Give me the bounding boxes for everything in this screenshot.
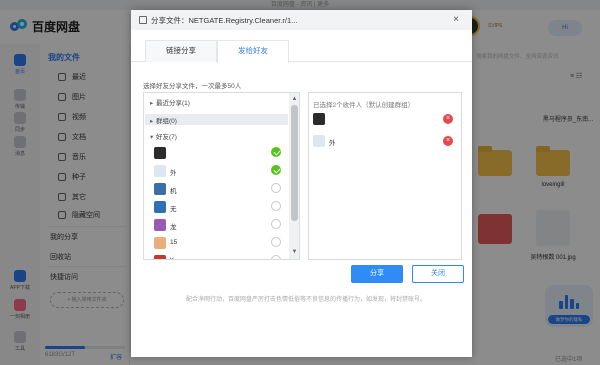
tab-link-share[interactable]: 链接分享 bbox=[145, 40, 217, 62]
tree-label: 群组(0) bbox=[156, 118, 177, 125]
scroll-up-icon[interactable]: ▲ bbox=[291, 96, 298, 102]
friend-row[interactable]: 15 bbox=[154, 237, 284, 252]
scrollbar-thumb[interactable] bbox=[291, 105, 298, 221]
selected-recipients-panel: 已选择2个收件人（默认创建群组） × 外 × bbox=[308, 92, 462, 260]
unchecked-icon[interactable] bbox=[271, 237, 281, 247]
friend-list-panel: ▸最近分享(1) ▸群组(0) ▾好友(7) 外机无龙 15 K ▲ ▼ bbox=[143, 92, 300, 260]
unchecked-icon[interactable] bbox=[271, 183, 281, 193]
policy-note: 配合净网行动，百度网盘严厉打击色情低俗等不良信息的传播行为，如发现，将封禁账号。 bbox=[185, 297, 426, 303]
avatar bbox=[313, 135, 325, 147]
friend-list-scrollbar[interactable]: ▲ ▼ bbox=[289, 93, 299, 259]
tree-recent-shares[interactable]: ▸ 最近分享(1) bbox=[150, 97, 190, 107]
tree-label: 最近分享(1) bbox=[156, 100, 190, 107]
friend-row[interactable]: 无 bbox=[154, 201, 284, 216]
checked-icon[interactable] bbox=[271, 147, 281, 157]
friend-name: 外 bbox=[170, 170, 177, 177]
remove-icon[interactable]: × bbox=[443, 136, 453, 146]
avatar bbox=[154, 219, 166, 231]
close-icon[interactable]: × bbox=[449, 13, 463, 27]
tree-label: 好友(7) bbox=[156, 134, 177, 141]
friend-name: 无 bbox=[170, 206, 177, 213]
selected-count: 已选择2个收件人（默认创建群组） bbox=[313, 102, 415, 109]
friend-row[interactable]: 龙 bbox=[154, 219, 284, 234]
tab-send-to-friends[interactable]: 发给好友 bbox=[217, 40, 289, 63]
avatar bbox=[154, 201, 166, 213]
friend-select-hint: 选择好友分享文件，一次最多50人 bbox=[143, 83, 242, 90]
avatar bbox=[313, 113, 325, 125]
tree-friends[interactable]: ▾ 好友(7) bbox=[150, 131, 177, 141]
friend-name: K bbox=[170, 257, 174, 259]
dialog-header: 分享文件：NETGATE.Registry.Cleaner.r/1... × bbox=[131, 10, 472, 30]
share-tabs: 链接分享 发给好友 bbox=[131, 30, 472, 63]
friend-row[interactable]: 机 bbox=[154, 183, 284, 198]
friend-row[interactable]: K bbox=[154, 255, 284, 259]
recipient-name: 外 bbox=[329, 140, 336, 147]
unchecked-icon[interactable] bbox=[271, 219, 281, 229]
remove-icon[interactable]: × bbox=[443, 114, 453, 124]
friend-row[interactable]: 外 bbox=[154, 165, 284, 180]
share-icon bbox=[139, 16, 147, 24]
friend-name: 龙 bbox=[170, 224, 177, 231]
friend-row[interactable] bbox=[154, 147, 284, 162]
avatar bbox=[154, 147, 166, 159]
friend-name: 15 bbox=[170, 239, 178, 246]
close-button[interactable]: 关闭 bbox=[412, 265, 464, 283]
recipient-row: × bbox=[313, 113, 457, 127]
unchecked-icon[interactable] bbox=[271, 201, 281, 211]
avatar bbox=[154, 165, 166, 177]
scroll-down-icon[interactable]: ▼ bbox=[291, 249, 298, 255]
avatar bbox=[154, 237, 166, 249]
friend-name: 机 bbox=[170, 188, 177, 195]
unchecked-icon[interactable] bbox=[271, 255, 281, 259]
tree-groups[interactable]: ▸ 群组(0) bbox=[150, 115, 177, 125]
dialog-title: 分享文件：NETGATE.Registry.Cleaner.r/1... bbox=[151, 16, 298, 25]
recipient-row: 外 × bbox=[313, 135, 457, 149]
checked-icon[interactable] bbox=[271, 165, 281, 175]
avatar bbox=[154, 183, 166, 195]
avatar bbox=[154, 255, 166, 259]
share-dialog: 分享文件：NETGATE.Registry.Cleaner.r/1... × 链… bbox=[131, 10, 472, 357]
share-button[interactable]: 分享 bbox=[351, 265, 403, 283]
